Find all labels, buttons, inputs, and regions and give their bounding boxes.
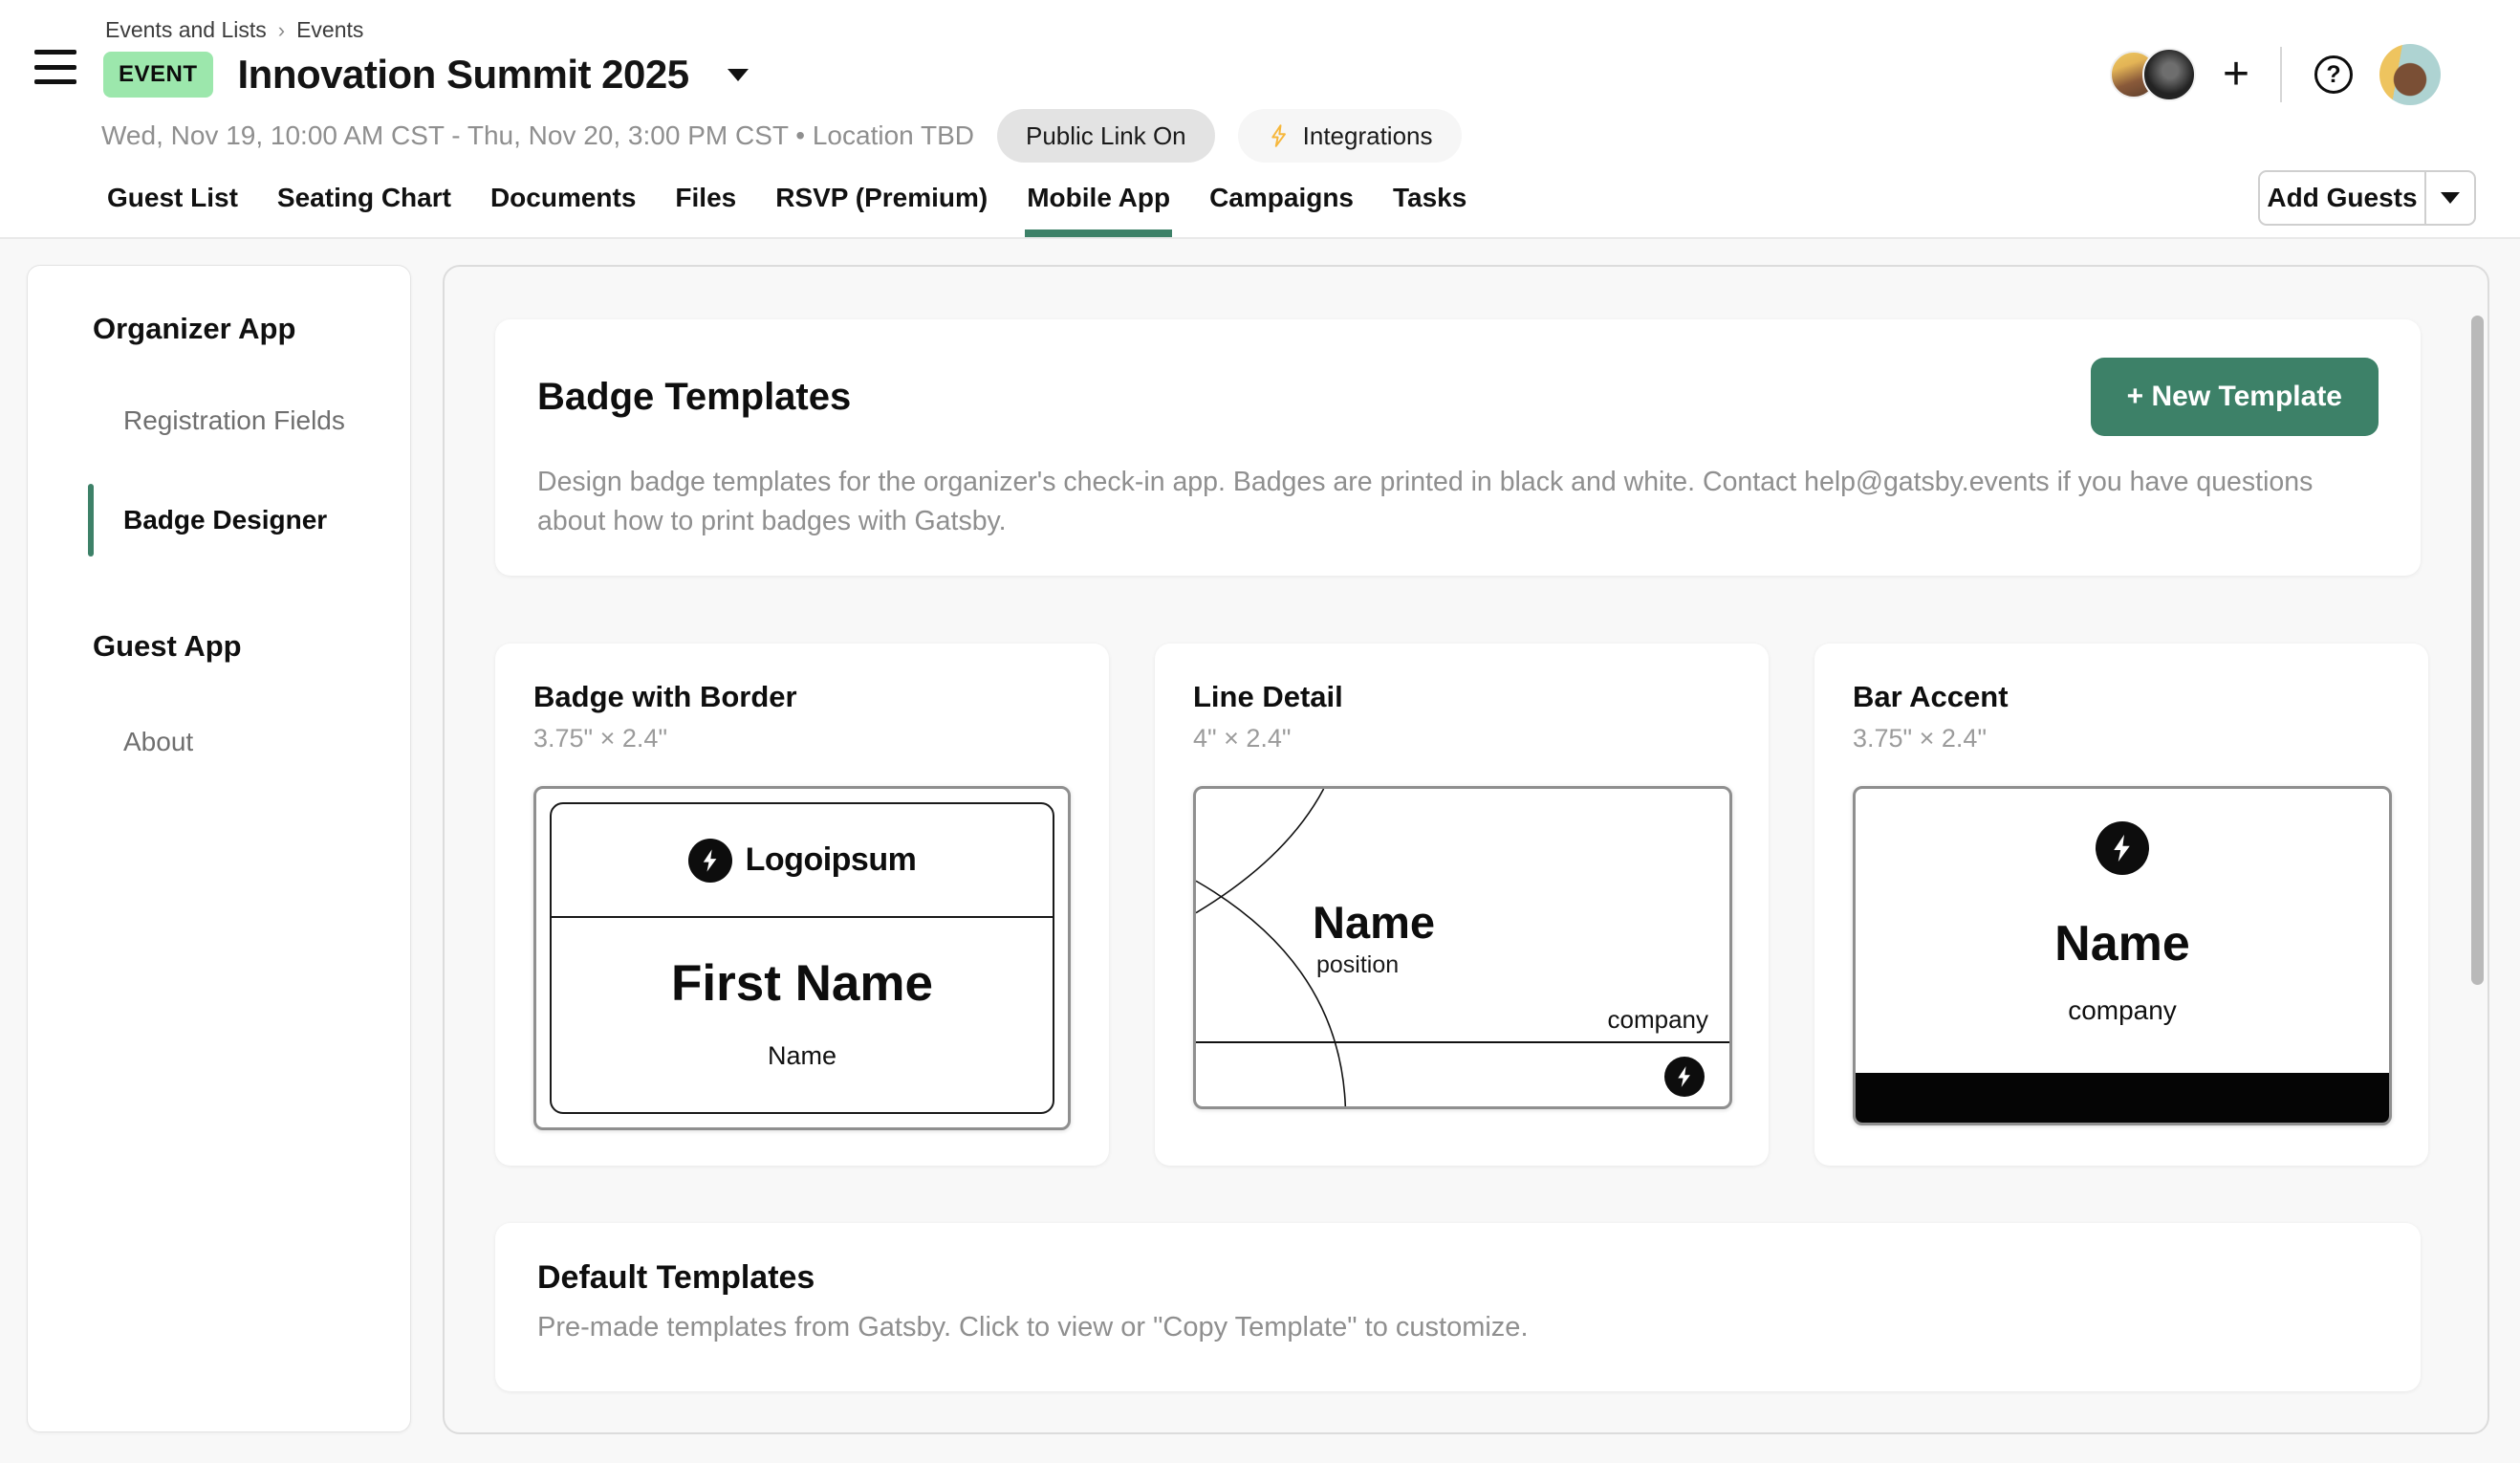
template-size: 3.75" × 2.4": [1853, 724, 2390, 753]
sidebar-item-about[interactable]: About: [123, 727, 381, 757]
event-nav-tabs: Guest List Seating Chart Documents Files…: [105, 166, 1468, 237]
tab-mobile-app[interactable]: Mobile App: [1025, 166, 1172, 237]
user-avatar[interactable]: [2379, 44, 2441, 105]
lightning-bolt-icon: [1267, 123, 1292, 148]
badge-preview: Name position company: [1193, 786, 1732, 1109]
page-title: Innovation Summit 2025: [238, 52, 689, 98]
mobile-app-sidebar: Organizer App Registration Fields Badge …: [27, 265, 411, 1432]
template-size: 4" × 2.4": [1193, 724, 1730, 753]
public-link-status-pill[interactable]: Public Link On: [997, 109, 1215, 163]
tab-campaigns[interactable]: Campaigns: [1207, 166, 1356, 237]
scrollbar-thumb[interactable]: [2471, 316, 2484, 985]
template-card-badge-with-border[interactable]: Badge with Border 3.75" × 2.4" Logoipsum…: [495, 644, 1109, 1166]
sidebar-section-organizer-app: Organizer App: [93, 312, 381, 346]
sidebar-item-registration-fields[interactable]: Registration Fields: [123, 405, 381, 436]
logoipsum-bolt-icon: [688, 839, 732, 883]
new-template-button[interactable]: + New Template: [2091, 358, 2379, 436]
event-switcher-caret-icon[interactable]: [728, 69, 749, 81]
logoipsum-bolt-icon: [1664, 1057, 1705, 1097]
event-date-location: Wed, Nov 19, 10:00 AM CST - Thu, Nov 20,…: [101, 120, 974, 151]
chevron-down-icon: [2441, 192, 2460, 204]
top-header: Events and Lists › Events EVENT Innovati…: [0, 0, 2520, 239]
logo-text: Logoipsum: [746, 841, 917, 879]
hamburger-menu-icon[interactable]: [34, 50, 76, 84]
badge-company-field: company: [1856, 995, 2389, 1026]
badge-name-field: Name: [768, 1041, 836, 1071]
badge-designer-panel: Badge Templates + New Template Design ba…: [443, 265, 2489, 1434]
tab-files[interactable]: Files: [673, 166, 738, 237]
template-card-bar-accent[interactable]: Bar Accent 3.75" × 2.4" Name company: [1814, 644, 2428, 1166]
integrations-pill[interactable]: Integrations: [1238, 109, 1462, 163]
badge-company-field: company: [1608, 1005, 1709, 1035]
badge-preview: Name company: [1853, 786, 2392, 1125]
sidebar-section-guest-app: Guest App: [93, 629, 381, 664]
badge-templates-card: Badge Templates + New Template Design ba…: [495, 319, 2421, 576]
event-title-row: EVENT Innovation Summit 2025: [103, 52, 749, 98]
badge-position-field: position: [1316, 951, 1399, 979]
template-size: 3.75" × 2.4": [533, 724, 1071, 753]
template-name: Badge with Border: [533, 680, 1071, 714]
template-card-line-detail[interactable]: Line Detail 4" × 2.4" Name position comp…: [1155, 644, 1769, 1166]
template-name: Line Detail: [1193, 680, 1730, 714]
help-icon[interactable]: ?: [2314, 55, 2353, 94]
tab-documents[interactable]: Documents: [489, 166, 638, 237]
tab-tasks[interactable]: Tasks: [1391, 166, 1468, 237]
breadcrumb-separator-icon: ›: [278, 18, 285, 43]
badge-name-field: Name: [1856, 915, 2389, 972]
active-indicator: [88, 484, 94, 557]
breadcrumb-events-and-lists[interactable]: Events and Lists: [105, 17, 267, 43]
add-guests-dropdown[interactable]: [2424, 172, 2474, 224]
badge-templates-description: Design badge templates for the organizer…: [537, 463, 2363, 542]
default-templates-description: Pre-made templates from Gatsby. Click to…: [537, 1312, 2379, 1343]
tab-seating-chart[interactable]: Seating Chart: [275, 166, 453, 237]
collaborator-avatar[interactable]: [2142, 48, 2196, 101]
badge-accent-bar: [1856, 1073, 2389, 1123]
header-divider: [2280, 47, 2282, 102]
tab-rsvp-premium[interactable]: RSVP (Premium): [773, 166, 989, 237]
logoipsum-bolt-icon: [2096, 821, 2149, 875]
add-collaborator-button[interactable]: +: [2223, 52, 2249, 98]
badge-templates-title: Badge Templates: [537, 376, 851, 419]
breadcrumb: Events and Lists › Events: [105, 17, 363, 43]
event-type-badge: EVENT: [103, 52, 213, 98]
default-templates-card: Default Templates Pre-made templates fro…: [495, 1223, 2421, 1391]
add-guests-button[interactable]: Add Guests: [2258, 170, 2476, 226]
add-guests-label: Add Guests: [2260, 172, 2424, 224]
sidebar-item-label: Badge Designer: [123, 505, 327, 535]
template-cards-row: Badge with Border 3.75" × 2.4" Logoipsum…: [495, 644, 2428, 1166]
badge-preview: Logoipsum First Name Name: [533, 786, 1071, 1130]
badge-first-name-field: First Name: [671, 954, 933, 1013]
template-name: Bar Accent: [1853, 680, 2390, 714]
default-templates-title: Default Templates: [537, 1259, 2379, 1297]
breadcrumb-events[interactable]: Events: [296, 17, 363, 43]
tab-guest-list[interactable]: Guest List: [105, 166, 240, 237]
integrations-label: Integrations: [1303, 121, 1433, 151]
badge-name-field: Name: [1313, 896, 1435, 949]
header-actions: + ?: [2110, 44, 2441, 105]
sidebar-item-badge-designer[interactable]: Badge Designer: [123, 505, 381, 535]
event-meta-row: Wed, Nov 19, 10:00 AM CST - Thu, Nov 20,…: [101, 107, 1462, 164]
decorative-arcs: [1196, 789, 1729, 1106]
